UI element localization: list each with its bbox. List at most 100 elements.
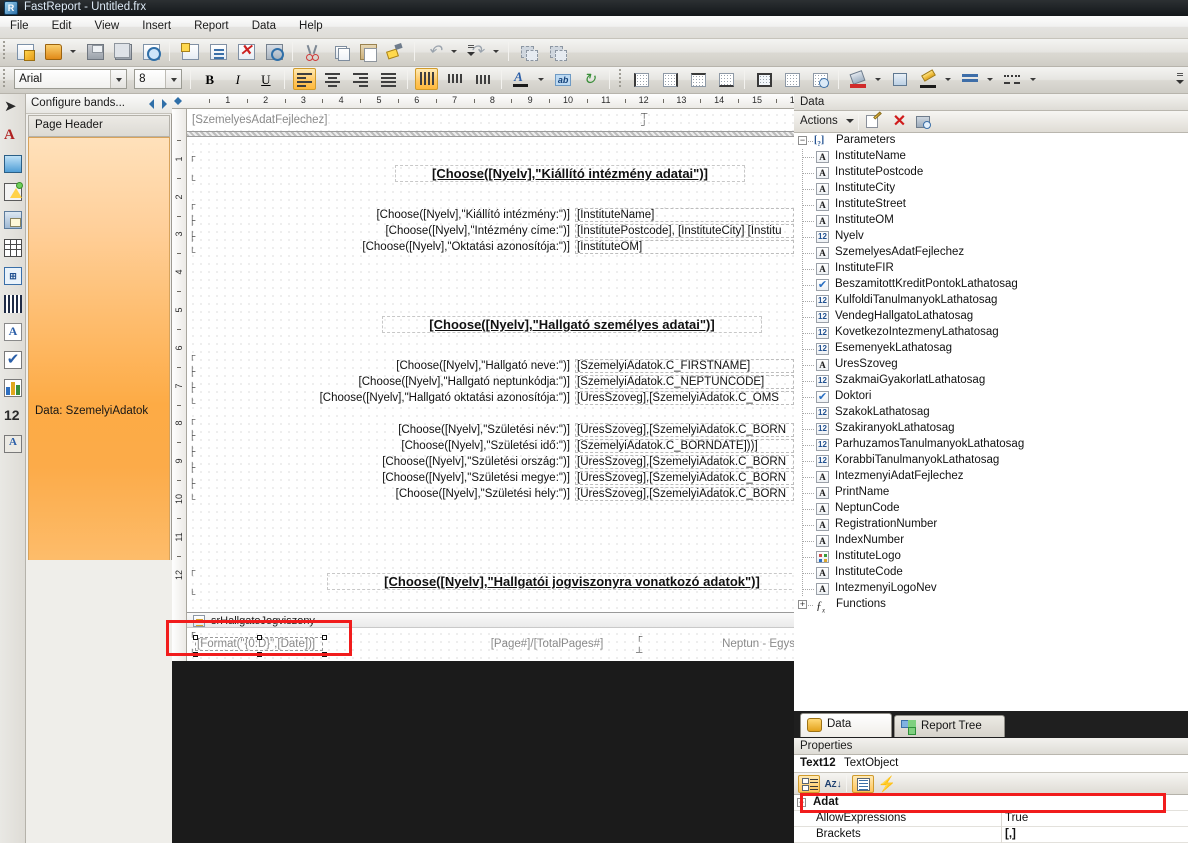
field-value-student-name[interactable]: [SzemelyiAdatok.C_FIRSTNAME] xyxy=(575,359,794,373)
configure-bands-label[interactable]: Configure bands... xyxy=(31,97,125,109)
cursor-arrow-icon[interactable]: ➤ xyxy=(1,95,25,122)
tab-data[interactable]: Data xyxy=(800,713,892,737)
property-pages-icon[interactable] xyxy=(852,775,874,793)
field-label-student-om[interactable]: [Choose([Nyelv],"Hallgató oktatási azono… xyxy=(267,391,572,405)
tree-row[interactable]: 12 KulfoldiTanulmanyokLathatosag xyxy=(794,293,1188,309)
shape-icon[interactable] xyxy=(1,179,25,206)
page-settings-icon[interactable] xyxy=(262,40,285,62)
menu-item-insert[interactable]: Insert xyxy=(132,16,181,36)
ab-text-icon[interactable]: ab xyxy=(551,68,574,90)
tree-row[interactable]: + ƒx Functions xyxy=(794,597,1188,614)
tree-row[interactable]: A SzemelyesAdatFejlechez xyxy=(794,245,1188,261)
subreport-icon[interactable] xyxy=(1,207,25,234)
align-justify-icon[interactable] xyxy=(377,68,400,90)
table-icon[interactable] xyxy=(1,235,25,262)
picture-icon[interactable] xyxy=(1,151,25,178)
band-data-szemelyiadatok[interactable]: Data: SzemelyiAdatok xyxy=(28,137,170,623)
properties-selected-object[interactable]: Text12 TextObject xyxy=(794,755,1188,773)
resize-handle[interactable] xyxy=(193,652,198,657)
toolbar-overflow-button[interactable] xyxy=(1174,70,1186,91)
tree-expander-functions[interactable]: + xyxy=(798,600,807,609)
brush-icon[interactable] xyxy=(384,40,407,62)
field-label-birth-name[interactable]: [Choose([Nyelv],"Születési név:")] xyxy=(307,423,572,437)
align-left-icon[interactable] xyxy=(292,68,316,90)
field-value-birth-date[interactable]: [SzemelyiAdatok.C_BORNDATE]))] xyxy=(575,439,794,453)
field-label-birth-country[interactable]: [Choose([Nyelv],"Születési ország:")] xyxy=(307,455,572,469)
band-nav-arrows-icon[interactable] xyxy=(149,98,169,109)
field-label-birth-date[interactable]: [Choose([Nyelv],"Születési idő:")] xyxy=(307,439,572,453)
tab-report-tree[interactable]: Report Tree xyxy=(894,715,1005,737)
tree-row[interactable]: 12 ParhuzamosTanulmanyokLathatosag xyxy=(794,437,1188,453)
field-value-institute-name[interactable]: [InstituteName] xyxy=(575,208,794,222)
actions-chevron-down-icon[interactable] xyxy=(846,119,854,123)
new-page-icon[interactable] xyxy=(178,40,201,62)
copy-icon[interactable] xyxy=(328,40,351,62)
cell-text-icon[interactable]: A xyxy=(1,431,25,458)
fill-color-dropdown-chevron-down-icon[interactable] xyxy=(873,68,884,90)
border-all-icon[interactable] xyxy=(752,68,775,90)
border-left-icon[interactable] xyxy=(629,68,652,90)
table-view-icon[interactable] xyxy=(914,113,935,131)
undo-dropdown-chevron-down-icon[interactable] xyxy=(449,40,460,62)
font-color-icon[interactable]: A xyxy=(509,68,532,90)
preview-magnifier-icon[interactable] xyxy=(139,40,162,62)
field-value-birth-name[interactable]: [UresSzoveg],[SzemelyiAdatok.C_BORN xyxy=(575,423,794,437)
tree-row[interactable]: A RegistrationNumber xyxy=(794,517,1188,533)
sort-az-icon[interactable]: AZ↓ xyxy=(822,775,844,793)
highlight-green-icon[interactable]: ↻ xyxy=(579,68,602,90)
chevron-down-icon[interactable] xyxy=(165,70,182,88)
digits-12-icon[interactable]: 12 xyxy=(1,403,25,430)
tree-row[interactable]: 12 SzakokLathatosag xyxy=(794,405,1188,421)
new-report-icon[interactable] xyxy=(13,40,36,62)
redo-dropdown-chevron-down-icon[interactable] xyxy=(491,40,502,62)
tree-row[interactable]: InstituteLogo xyxy=(794,549,1188,565)
font-size-combo[interactable]: 8 xyxy=(134,69,183,89)
border-none-icon[interactable] xyxy=(780,68,803,90)
group-icon[interactable] xyxy=(516,40,539,62)
tree-row[interactable]: A InstituteFIR xyxy=(794,261,1188,277)
ungroup-icon[interactable] xyxy=(545,40,568,62)
delete-red-x-icon[interactable] xyxy=(234,40,257,62)
toolbar-overflow-button[interactable] xyxy=(465,42,477,63)
subreport-band-header[interactable]: srHallgatoJogviszony xyxy=(187,612,794,628)
menu-item-edit[interactable]: Edit xyxy=(42,16,82,36)
field-value-student-om[interactable]: [UresSzoveg],[SzemelyiAdatok.C_OMS xyxy=(575,391,794,405)
tree-row[interactable]: 12 KovetkezoIntezmenyLathatosag xyxy=(794,325,1188,341)
tree-row[interactable]: A UresSzoveg xyxy=(794,357,1188,373)
property-value[interactable]: [,] xyxy=(1005,828,1016,840)
field-label-birth-place[interactable]: [Choose([Nyelv],"Születési hely:")] xyxy=(307,487,572,501)
bold-button[interactable]: B xyxy=(198,68,221,90)
field-value-birth-country[interactable]: [UresSzoveg],[SzemelyiAdatok.C_BORN xyxy=(575,455,794,469)
tree-row[interactable]: A PrintName xyxy=(794,485,1188,501)
menu-item-file[interactable]: File xyxy=(0,16,39,36)
field-label-student-neptun[interactable]: [Choose([Nyelv],"Hallgató neptunkódja:")… xyxy=(267,375,572,389)
border-right-icon[interactable] xyxy=(658,68,681,90)
tree-row[interactable]: A NeptunCode xyxy=(794,501,1188,517)
resize-handle[interactable] xyxy=(322,635,327,640)
property-value[interactable]: True xyxy=(1005,812,1028,824)
tree-row[interactable]: A InstituteCity xyxy=(794,181,1188,197)
data-band-area[interactable]: ┌ └ [Choose([Nyelv],"Kiállító intézmény … xyxy=(187,138,794,612)
underline-button[interactable]: U xyxy=(254,68,277,90)
edit-pencil-icon[interactable] xyxy=(864,111,885,131)
toolbar-grip[interactable] xyxy=(1,69,7,89)
menu-item-help[interactable]: Help xyxy=(289,16,333,36)
scissors-icon[interactable] xyxy=(300,40,323,62)
paste-icon[interactable] xyxy=(356,40,379,62)
resize-handle[interactable] xyxy=(257,635,262,640)
tree-row[interactable]: 12 EsemenyekLathatosag xyxy=(794,341,1188,357)
tree-row[interactable]: A InstituteCode xyxy=(794,565,1188,581)
field-label-institute-name[interactable]: [Choose([Nyelv],"Kiállító intézmény:")] xyxy=(317,208,572,222)
paint-bucket-icon[interactable] xyxy=(846,68,869,90)
data-tree[interactable]: − [?] Parameters A InstituteName A InstitutePo… xyxy=(794,133,1188,711)
field-label-birth-county[interactable]: [Choose([Nyelv],"Születési megye:")] xyxy=(307,471,572,485)
save-all-icon[interactable] xyxy=(111,40,134,62)
richtext-icon[interactable]: A xyxy=(1,319,25,346)
font-color-dropdown-chevron-down-icon[interactable] xyxy=(536,68,547,90)
tree-row[interactable]: 12 Nyelv xyxy=(794,229,1188,245)
tree-row[interactable]: A InstituteStreet xyxy=(794,197,1188,213)
italic-button[interactable]: I xyxy=(226,68,249,90)
footer-neptun-text-object[interactable]: Neptun - Egys xyxy=(642,637,794,651)
category-collapse-icon[interactable]: − xyxy=(797,798,806,807)
open-dropdown-chevron-down-icon[interactable] xyxy=(68,40,79,62)
